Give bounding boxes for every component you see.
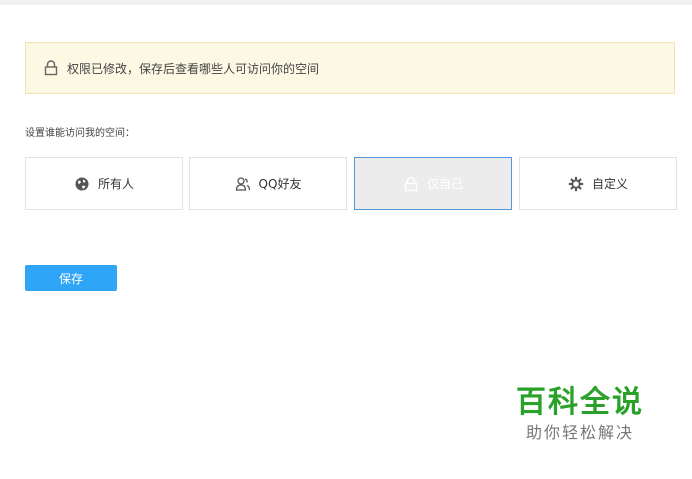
gear-icon [568,176,584,192]
access-label: 设置谁能访问我的空间： [25,128,135,139]
notice-text: 权限已修改，保存后查看哪些人可访问你的空间 [67,61,320,76]
option-everyone[interactable]: 所有人 [25,157,183,210]
watermark-logo: 百科全说 助你轻松解决 [510,385,650,455]
option-label: 所有人 [97,177,134,191]
option-qq-friends[interactable]: QQ好友 [189,157,347,210]
watermark-subtitle: 助你轻松解决 [525,423,634,442]
notice-banner: 权限已修改，保存后查看哪些人可访问你的空间 [25,42,675,94]
option-only-me[interactable]: 仅自己 [354,157,512,210]
save-button[interactable]: 保存 [25,265,117,291]
lock-icon [403,176,419,192]
globe-icon [74,176,90,192]
option-label: 自定义 [591,177,628,191]
friends-icon [235,176,251,192]
lock-icon [44,60,58,76]
option-label: 仅自己 [426,177,463,191]
option-custom[interactable]: 自定义 [519,157,677,210]
access-options: 所有人 QQ好友 仅自己 自定义 [25,157,677,210]
top-strip [0,0,692,5]
watermark-title: 百科全说 [516,385,644,420]
option-label: QQ好友 [258,177,302,191]
